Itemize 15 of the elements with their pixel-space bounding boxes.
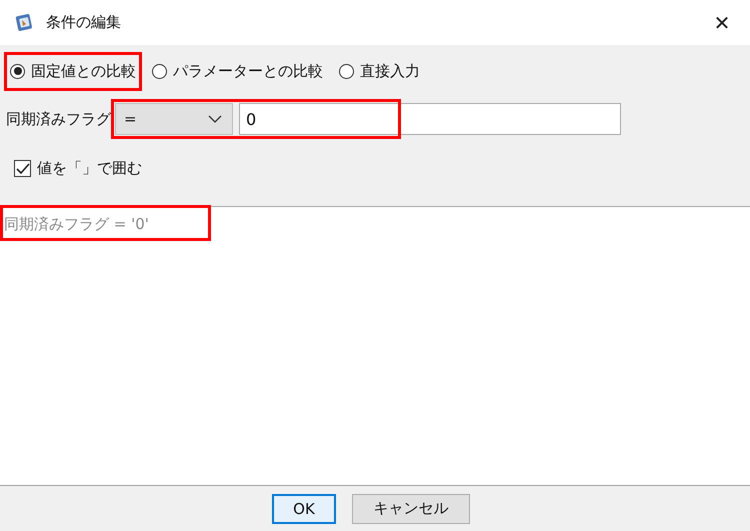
radio-option[interactable]: 固定値との比較 — [10, 62, 136, 80]
operator-dropdown[interactable]: = — [115, 103, 233, 135]
radio-option[interactable]: 直接入力 — [339, 62, 420, 80]
checkbox-option[interactable]: 値を「」で囲む — [14, 159, 142, 178]
dialog-button[interactable]: OK — [272, 494, 336, 524]
window-title: 条件の編集 — [46, 13, 121, 32]
field-label: 同期済みフラグ — [6, 110, 111, 128]
checkmark-icon — [16, 162, 30, 174]
value-field[interactable]: 0 — [239, 103, 621, 135]
close-button[interactable]: ✕ — [704, 4, 740, 40]
app-icon — [14, 12, 34, 32]
chevron-icon — [208, 115, 222, 123]
preview-text: 同期済みフラグ = '0' — [3, 214, 150, 235]
radio-option[interactable]: パラメーターとの比較 — [152, 62, 323, 80]
dialog-button[interactable]: キャンセル — [352, 494, 470, 524]
